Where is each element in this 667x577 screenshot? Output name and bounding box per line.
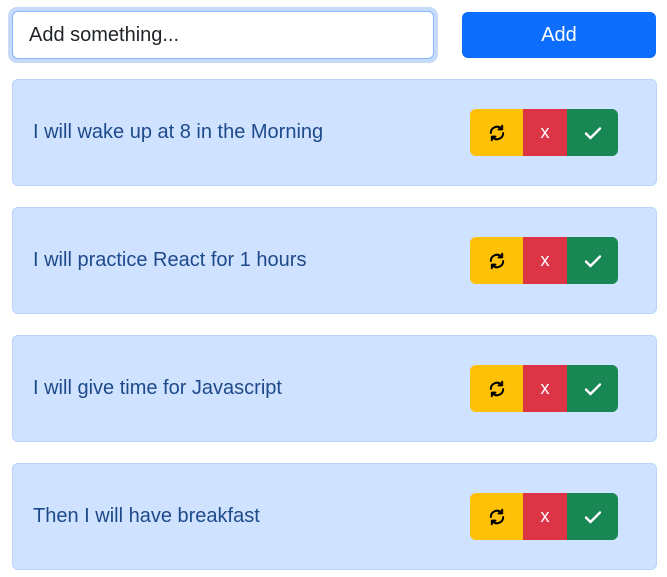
todo-item: I will wake up at 8 in the Morning x (12, 79, 657, 186)
todo-actions: x (470, 109, 618, 156)
refresh-button[interactable] (470, 109, 523, 156)
done-button[interactable] (567, 365, 618, 412)
refresh-icon (488, 252, 506, 270)
check-icon (584, 126, 602, 140)
todo-item: Then I will have breakfast x (12, 463, 657, 570)
todo-input-wrapper (8, 7, 438, 63)
delete-button[interactable]: x (523, 493, 567, 540)
refresh-button[interactable] (470, 237, 523, 284)
delete-button[interactable]: x (523, 237, 567, 284)
todo-item: I will give time for Javascript x (12, 335, 657, 442)
refresh-icon (488, 508, 506, 526)
todo-actions: x (470, 365, 618, 412)
check-icon (584, 382, 602, 396)
delete-button[interactable]: x (523, 109, 567, 156)
refresh-button[interactable] (470, 493, 523, 540)
todo-item: I will practice React for 1 hours x (12, 207, 657, 314)
todo-input[interactable] (12, 11, 434, 59)
todo-text: I will wake up at 8 in the Morning (33, 121, 324, 143)
add-button[interactable]: Add (462, 12, 656, 58)
done-button[interactable] (567, 109, 618, 156)
refresh-button[interactable] (470, 365, 523, 412)
refresh-icon (488, 380, 506, 398)
todo-text: I will practice React for 1 hours (33, 249, 307, 271)
done-button[interactable] (567, 237, 618, 284)
check-icon (584, 510, 602, 524)
delete-button[interactable]: x (523, 365, 567, 412)
todo-actions: x (470, 493, 618, 540)
todo-list: I will wake up at 8 in the Morning x I w… (12, 79, 657, 577)
todo-text: Then I will have breakfast (33, 505, 260, 527)
todo-actions: x (470, 237, 618, 284)
todo-text: I will give time for Javascript (33, 377, 282, 399)
done-button[interactable] (567, 493, 618, 540)
check-icon (584, 254, 602, 268)
refresh-icon (488, 124, 506, 142)
